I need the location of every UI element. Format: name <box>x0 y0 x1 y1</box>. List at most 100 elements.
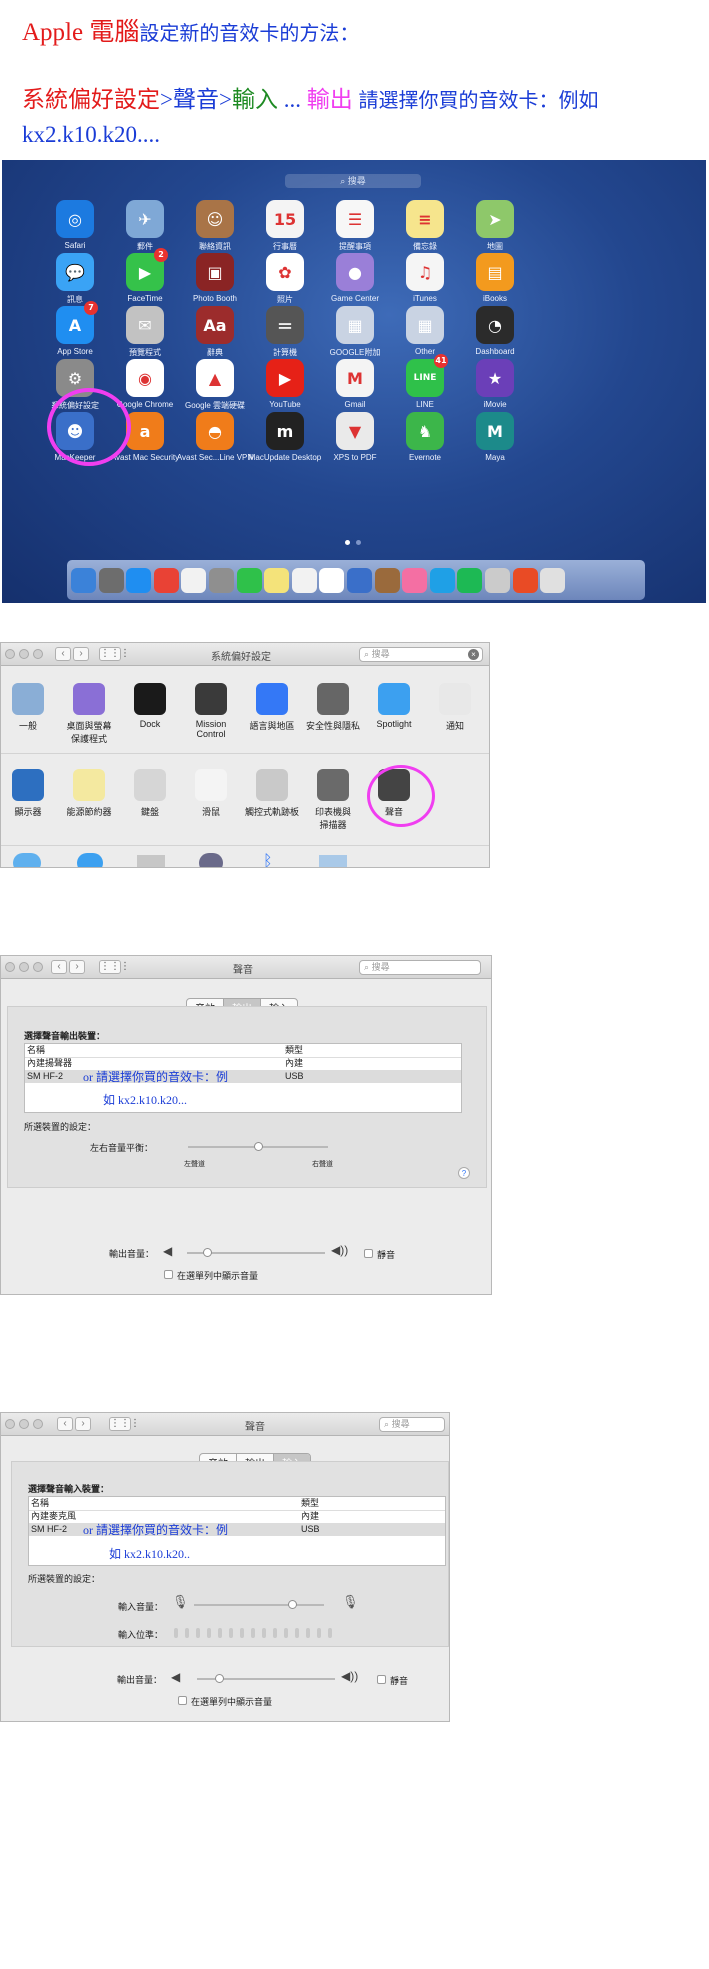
level-segment <box>306 1628 310 1638</box>
dock-app-icon[interactable] <box>181 567 207 593</box>
app-label: iMovie <box>483 400 507 409</box>
sound-search-input[interactable]: ⌕ 搜尋 <box>359 960 481 975</box>
back-button[interactable]: ‹ <box>55 647 71 661</box>
close-button[interactable] <box>5 1419 15 1429</box>
dock-app-icon[interactable] <box>153 567 179 593</box>
app-ibooks[interactable]: ▤ iBooks <box>453 253 537 303</box>
balance-slider-knob[interactable] <box>254 1142 263 1151</box>
bluetooth-icon[interactable]: ᛒ <box>263 853 281 867</box>
page-dot[interactable] <box>356 540 361 545</box>
dock-app-icon[interactable] <box>126 567 152 593</box>
app-label: Dashboard <box>475 347 515 356</box>
output-volume-knob[interactable] <box>215 1674 224 1683</box>
dock-app-icon[interactable] <box>512 567 538 593</box>
system-preferences-window: ‹ › ⋮⋮⋮ 系統偏好設定 ⌕ 搜尋 × 一般 桌面與螢幕 保護程式 Dock Mi… <box>0 642 490 868</box>
app-maya[interactable]: M Maya <box>453 412 537 462</box>
icloud-icon[interactable] <box>13 853 41 867</box>
mute-label: 靜音 <box>377 1250 396 1260</box>
pref-notifications[interactable]: 通知 <box>425 683 485 732</box>
sysprefs-search-input[interactable]: ⌕ 搜尋 × <box>359 647 483 662</box>
clear-search-icon[interactable]: × <box>468 649 479 660</box>
pref-security[interactable]: 安全性與隱私 <box>303 683 363 732</box>
dock-app-icon[interactable] <box>208 567 234 593</box>
output-volume-label: 輸出音量： <box>117 1675 163 1685</box>
speaker-low-icon: ◀ <box>171 1670 181 1684</box>
mute-checkbox[interactable] <box>377 1675 386 1684</box>
chevron-right-icon: › <box>79 648 83 659</box>
app-maps[interactable]: ➤ 地圖 <box>453 200 537 252</box>
page-indicator[interactable] <box>342 532 364 550</box>
pref-mouse[interactable]: 滑鼠 <box>181 769 241 818</box>
pref-trackpad[interactable]: 觸控式軌跡板 <box>242 769 302 818</box>
dock-app-icon[interactable] <box>457 567 483 593</box>
internet-accounts-icon[interactable] <box>77 853 103 867</box>
pref-mission-control[interactable]: Mission Control <box>181 683 241 739</box>
sysprefs-search-placeholder: 搜尋 <box>371 649 390 659</box>
show-all-button[interactable]: ⋮⋮⋮ <box>99 647 130 661</box>
launchpad-search-input[interactable]: ⌕ 搜尋 <box>285 174 421 188</box>
input-volume-knob[interactable] <box>288 1600 297 1609</box>
extensions-icon[interactable] <box>137 855 165 867</box>
dock-app-icon[interactable] <box>346 567 372 593</box>
dock-app-icon[interactable] <box>429 567 455 593</box>
forward-button[interactable]: › <box>73 647 89 661</box>
pref-keyboard[interactable]: 鍵盤 <box>120 769 180 818</box>
itunes-icon: ♫ <box>406 253 444 291</box>
minimize-button[interactable] <box>19 649 29 659</box>
dock-app-icon[interactable] <box>291 567 317 593</box>
page-dot-active[interactable] <box>345 540 350 545</box>
show-all-button[interactable]: ⋮⋮⋮ <box>99 960 130 974</box>
dock-app-icon[interactable] <box>484 567 510 593</box>
minimize-button[interactable] <box>19 1419 29 1429</box>
sound-search-input[interactable]: ⌕ 搜尋 <box>379 1417 445 1432</box>
show-all-button[interactable]: ⋮⋮⋮ <box>109 1417 140 1431</box>
output-volume-knob[interactable] <box>203 1248 212 1257</box>
dock-app-icon[interactable] <box>264 567 290 593</box>
sound-search-placeholder: 搜尋 <box>371 962 390 972</box>
sharing-icon[interactable] <box>319 855 347 867</box>
dock-app-icon[interactable] <box>98 567 124 593</box>
show-volume-checkbox[interactable] <box>164 1270 173 1279</box>
dock-app-icon[interactable] <box>374 567 400 593</box>
level-segment <box>207 1628 211 1638</box>
dock-app-icon[interactable] <box>402 567 428 593</box>
left-channel-label: 左聲道 <box>184 1161 205 1168</box>
zoom-button[interactable] <box>33 962 43 972</box>
minimize-button[interactable] <box>19 962 29 972</box>
pref-language[interactable]: 語言與地區 <box>242 683 302 732</box>
close-button[interactable] <box>5 962 15 972</box>
photo-booth-icon: ▣ <box>196 253 234 291</box>
zoom-button[interactable] <box>33 1419 43 1429</box>
pref-label: 鍵盤 <box>140 807 159 817</box>
dock-app-icon[interactable] <box>540 567 566 593</box>
reminders-icon: ☰ <box>336 200 374 238</box>
back-button[interactable]: ‹ <box>51 960 67 974</box>
dock-app-icon[interactable] <box>319 567 345 593</box>
forward-button[interactable]: › <box>75 1417 91 1431</box>
back-button[interactable]: ‹ <box>57 1417 73 1431</box>
dock-app-icon[interactable] <box>236 567 262 593</box>
app-dashboard[interactable]: ◔ Dashboard <box>453 306 537 356</box>
help-button[interactable]: ? <box>458 1167 470 1179</box>
app-imovie[interactable]: ★ iMovie <box>453 359 537 409</box>
pref-printer[interactable]: 印表機與 掃描器 <box>303 769 363 831</box>
dock-app-icon[interactable] <box>71 567 96 593</box>
level-segment <box>273 1628 277 1638</box>
input-volume-track[interactable] <box>194 1604 324 1606</box>
level-segment <box>328 1628 332 1638</box>
close-button[interactable] <box>5 649 15 659</box>
network-icon[interactable] <box>199 853 223 867</box>
notification-badge: 2 <box>154 248 168 262</box>
launchpad-search-placeholder: 搜尋 <box>347 176 366 186</box>
pref-energy[interactable]: 能源節約器 <box>59 769 119 818</box>
zoom-button[interactable] <box>33 649 43 659</box>
pref-spotlight[interactable]: Spotlight <box>364 683 424 729</box>
show-volume-checkbox[interactable] <box>178 1696 187 1705</box>
pref-general[interactable]: 一般 <box>1 683 58 732</box>
pref-desktop[interactable]: 桌面與螢幕 保護程式 <box>59 683 119 745</box>
pref-displays[interactable]: 顯示器 <box>1 769 58 818</box>
forward-button[interactable]: › <box>69 960 85 974</box>
mute-checkbox[interactable] <box>364 1249 373 1258</box>
pref-dock[interactable]: Dock <box>120 683 180 729</box>
heading-computer: 電腦 <box>89 19 140 46</box>
